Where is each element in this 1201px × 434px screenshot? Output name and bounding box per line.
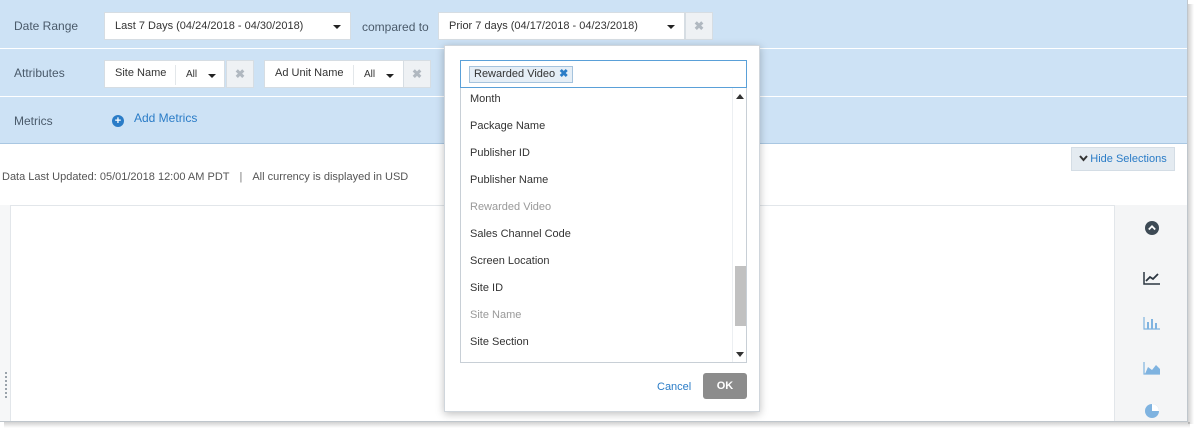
close-icon: ✖ — [234, 67, 246, 81]
chevron-up-circle-icon — [1145, 221, 1159, 235]
date-range-row: Date Range Last 7 Days (04/24/2018 - 04/… — [0, 3, 1187, 49]
bar-chart-icon — [1143, 317, 1160, 330]
list-item-site-section[interactable]: Site Section — [470, 336, 529, 348]
ok-button[interactable]: OK — [703, 373, 747, 399]
comparison-range-value: Prior 7 days (04/17/2018 - 04/23/2018) — [449, 20, 638, 32]
pie-chart-button[interactable] — [1115, 403, 1187, 421]
attributes-label: Attributes — [14, 66, 65, 80]
add-metrics-button[interactable]: + Add Metrics — [112, 111, 197, 127]
chevron-down-icon — [1079, 155, 1089, 162]
caret-down-icon — [333, 25, 341, 29]
area-chart-icon — [1143, 362, 1160, 375]
caret-down-icon — [667, 25, 675, 29]
remove-tag-icon[interactable]: ✖ — [559, 68, 568, 80]
collapse-button[interactable] — [1115, 221, 1187, 251]
cancel-button[interactable]: Cancel — [657, 381, 691, 393]
last-updated-text: Data Last Updated: 05/01/2018 12:00 AM P… — [2, 171, 230, 183]
line-chart-button[interactable] — [1115, 271, 1187, 301]
currency-note: All currency is displayed in USD — [252, 171, 409, 183]
frame-shadow-right — [1188, 4, 1194, 424]
close-icon: ✖ — [693, 19, 705, 33]
list-item-sales-channel-code[interactable]: Sales Channel Code — [470, 228, 571, 240]
site-name-filter[interactable]: Site Name All — [104, 60, 225, 88]
list-item-publisher-name[interactable]: Publisher Name — [470, 174, 548, 186]
site-name-value: All — [186, 69, 198, 80]
hide-selections-button[interactable]: Hide Selections — [1071, 147, 1175, 171]
frame-shadow-bottom — [4, 422, 1190, 428]
metrics-label: Metrics — [14, 114, 53, 128]
clear-site-name-button[interactable]: ✖ — [226, 60, 254, 88]
close-icon: ✖ — [411, 67, 423, 81]
resize-grip-icon[interactable] — [5, 372, 7, 398]
list-item-month[interactable]: Month — [470, 93, 501, 105]
clear-comparison-button[interactable]: ✖ — [685, 12, 713, 40]
date-range-value: Last 7 Days (04/24/2018 - 04/30/2018) — [115, 20, 304, 32]
scroll-down-icon[interactable] — [736, 352, 744, 357]
list-item-site-name: Site Name — [470, 309, 522, 321]
attribute-picker-dropdown: Rewarded Video ✖ Month Package Name Publi… — [444, 45, 760, 412]
date-range-select[interactable]: Last 7 Days (04/24/2018 - 04/30/2018) — [104, 12, 351, 40]
list-scrollbar[interactable] — [732, 88, 746, 362]
ad-unit-name-label: Ad Unit Name — [275, 67, 344, 79]
plus-circle-icon: + — [112, 115, 124, 127]
attribute-options-list: Month Package Name Publisher ID Publishe… — [460, 88, 747, 363]
compared-to-label: compared to — [362, 20, 429, 34]
pie-chart-icon — [1145, 404, 1159, 418]
caret-down-icon — [386, 74, 394, 78]
caret-down-icon — [208, 74, 216, 78]
date-range-label: Date Range — [14, 19, 79, 33]
ad-unit-name-filter[interactable]: Ad Unit Name All — [264, 60, 404, 88]
list-item-publisher-id[interactable]: Publisher ID — [470, 147, 530, 159]
report-builder: Date Range Last 7 Days (04/24/2018 - 04/… — [0, 0, 1188, 422]
attribute-search-input[interactable]: Rewarded Video ✖ — [460, 60, 747, 88]
add-metrics-label: Add Metrics — [134, 111, 198, 125]
line-chart-icon — [1143, 272, 1160, 285]
data-info: Data Last Updated: 05/01/2018 12:00 AM P… — [2, 171, 408, 183]
ad-unit-name-value: All — [364, 69, 376, 80]
list-item-screen-location[interactable]: Screen Location — [470, 255, 550, 267]
scroll-up-icon[interactable] — [736, 94, 744, 99]
site-name-value-select[interactable]: All — [175, 65, 223, 85]
clear-ad-unit-name-button[interactable]: ✖ — [403, 60, 431, 88]
selected-tag-label: Rewarded Video — [474, 68, 556, 80]
comparison-range-select[interactable]: Prior 7 days (04/17/2018 - 04/23/2018) — [438, 12, 685, 40]
hide-selections-label: Hide Selections — [1090, 153, 1167, 165]
scrollbar-thumb[interactable] — [735, 266, 746, 326]
list-item-site-id[interactable]: Site ID — [470, 282, 503, 294]
chart-type-toolbar — [1114, 205, 1187, 421]
site-name-label: Site Name — [115, 67, 167, 79]
bar-chart-button[interactable] — [1115, 316, 1187, 346]
separator: | — [239, 171, 243, 183]
list-item-rewarded-video: Rewarded Video — [470, 201, 552, 213]
ad-unit-name-value-select[interactable]: All — [353, 65, 403, 85]
list-item-package-name[interactable]: Package Name — [470, 120, 545, 132]
selected-tag: Rewarded Video ✖ — [469, 66, 574, 83]
area-chart-button[interactable] — [1115, 361, 1187, 391]
